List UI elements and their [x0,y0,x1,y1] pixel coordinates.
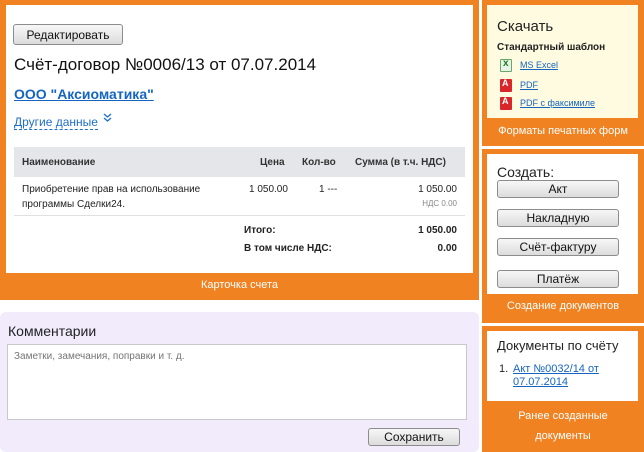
table-header: Наименование Цена Кол-во Сумма (в т.ч. Н… [14,147,465,177]
item-vat-note: НДС 0.00 [422,199,457,208]
list-item-number: 1. [499,363,509,375]
invoice-title: Счёт-договор №0006/13 от 07.07.2014 [14,55,317,74]
table-row: Приобретение прав на использование прогр… [14,180,465,214]
vat-label: В том числе НДС: [244,243,332,254]
item-price: 1 050.00 [249,184,288,195]
invoice-card-caption: Карточка счета [200,279,279,291]
related-document-link[interactable]: Акт №0032/14 от 07.07.2014 [513,363,623,389]
create-title: Создать: [497,164,555,180]
create-documents-body: Создать: Акт Накладную Счёт-фактуру Плат… [487,154,638,294]
table-divider [14,215,465,216]
create-invoice-button[interactable]: Счёт-фактуру [497,238,619,256]
excel-icon [500,58,512,72]
pdf-icon [500,78,512,92]
pdf-icon [500,96,512,110]
edit-button[interactable]: Редактировать [13,24,123,45]
item-name-line1: Приобретение прав на использование [22,184,201,195]
item-sum: 1 050.00 [418,184,457,195]
related-caption-line2: документы [535,430,591,442]
create-documents-caption: Создание документов [506,300,620,312]
col-price-header: Цена [260,157,285,168]
related-documents-caption: Ранее созданные документы [482,406,644,446]
download-panel-body: Скачать Стандартный шаблон MS Excel PDF … [487,5,638,118]
related-documents-title: Документы по счёту [497,338,619,353]
create-documents-panel: Создать: Акт Накладную Счёт-фактуру Плат… [482,149,644,323]
totals: Итого: 1 050.00 В том числе НДС: 0.00 [14,225,465,265]
total-value: 1 050.00 [418,225,457,236]
download-subtitle: Стандартный шаблон [497,42,606,53]
create-waybill-button[interactable]: Накладную [497,209,619,227]
invoice-card-body: Редактировать Счёт-договор №0006/13 от 0… [6,5,473,273]
item-qty: 1 --- [319,184,338,195]
download-title: Скачать [497,18,554,35]
vat-value: 0.00 [437,243,457,254]
create-payment-button[interactable]: Платёж [497,270,619,288]
related-documents-body: Документы по счёту 1. Акт №0032/14 от 07… [487,331,638,401]
related-documents-panel: Документы по счёту 1. Акт №0032/14 от 07… [482,326,644,452]
download-panel-caption: Форматы печатных форм [498,125,628,137]
double-chevron-down-icon[interactable] [103,113,112,126]
create-act-button[interactable]: Акт [497,180,619,198]
comments-panel: Комментарии Сохранить [0,312,479,452]
total-label: Итого: [244,225,276,236]
comments-textarea[interactable] [7,344,467,420]
item-name-line2: программы Сделки24. [22,199,126,210]
col-qty-header: Кол-во [302,157,336,168]
comments-title: Комментарии [8,323,97,339]
download-pdf-link[interactable]: PDF [520,80,538,90]
download-excel-link[interactable]: MS Excel [520,60,558,70]
col-name-header: Наименование [22,157,96,168]
download-panel: Скачать Стандартный шаблон MS Excel PDF … [482,0,644,146]
col-sum-header: Сумма (в т.ч. НДС) [355,157,446,168]
invoice-card: Редактировать Счёт-договор №0006/13 от 0… [0,0,479,300]
company-link[interactable]: ООО "Аксиоматика" [14,86,154,102]
related-caption-line1: Ранее созданные [518,410,608,422]
download-pdf-facsimile-link[interactable]: PDF с факсимиле [520,98,595,108]
save-comment-button[interactable]: Сохранить [368,428,460,446]
other-data-link[interactable]: Другие данные [14,116,98,130]
